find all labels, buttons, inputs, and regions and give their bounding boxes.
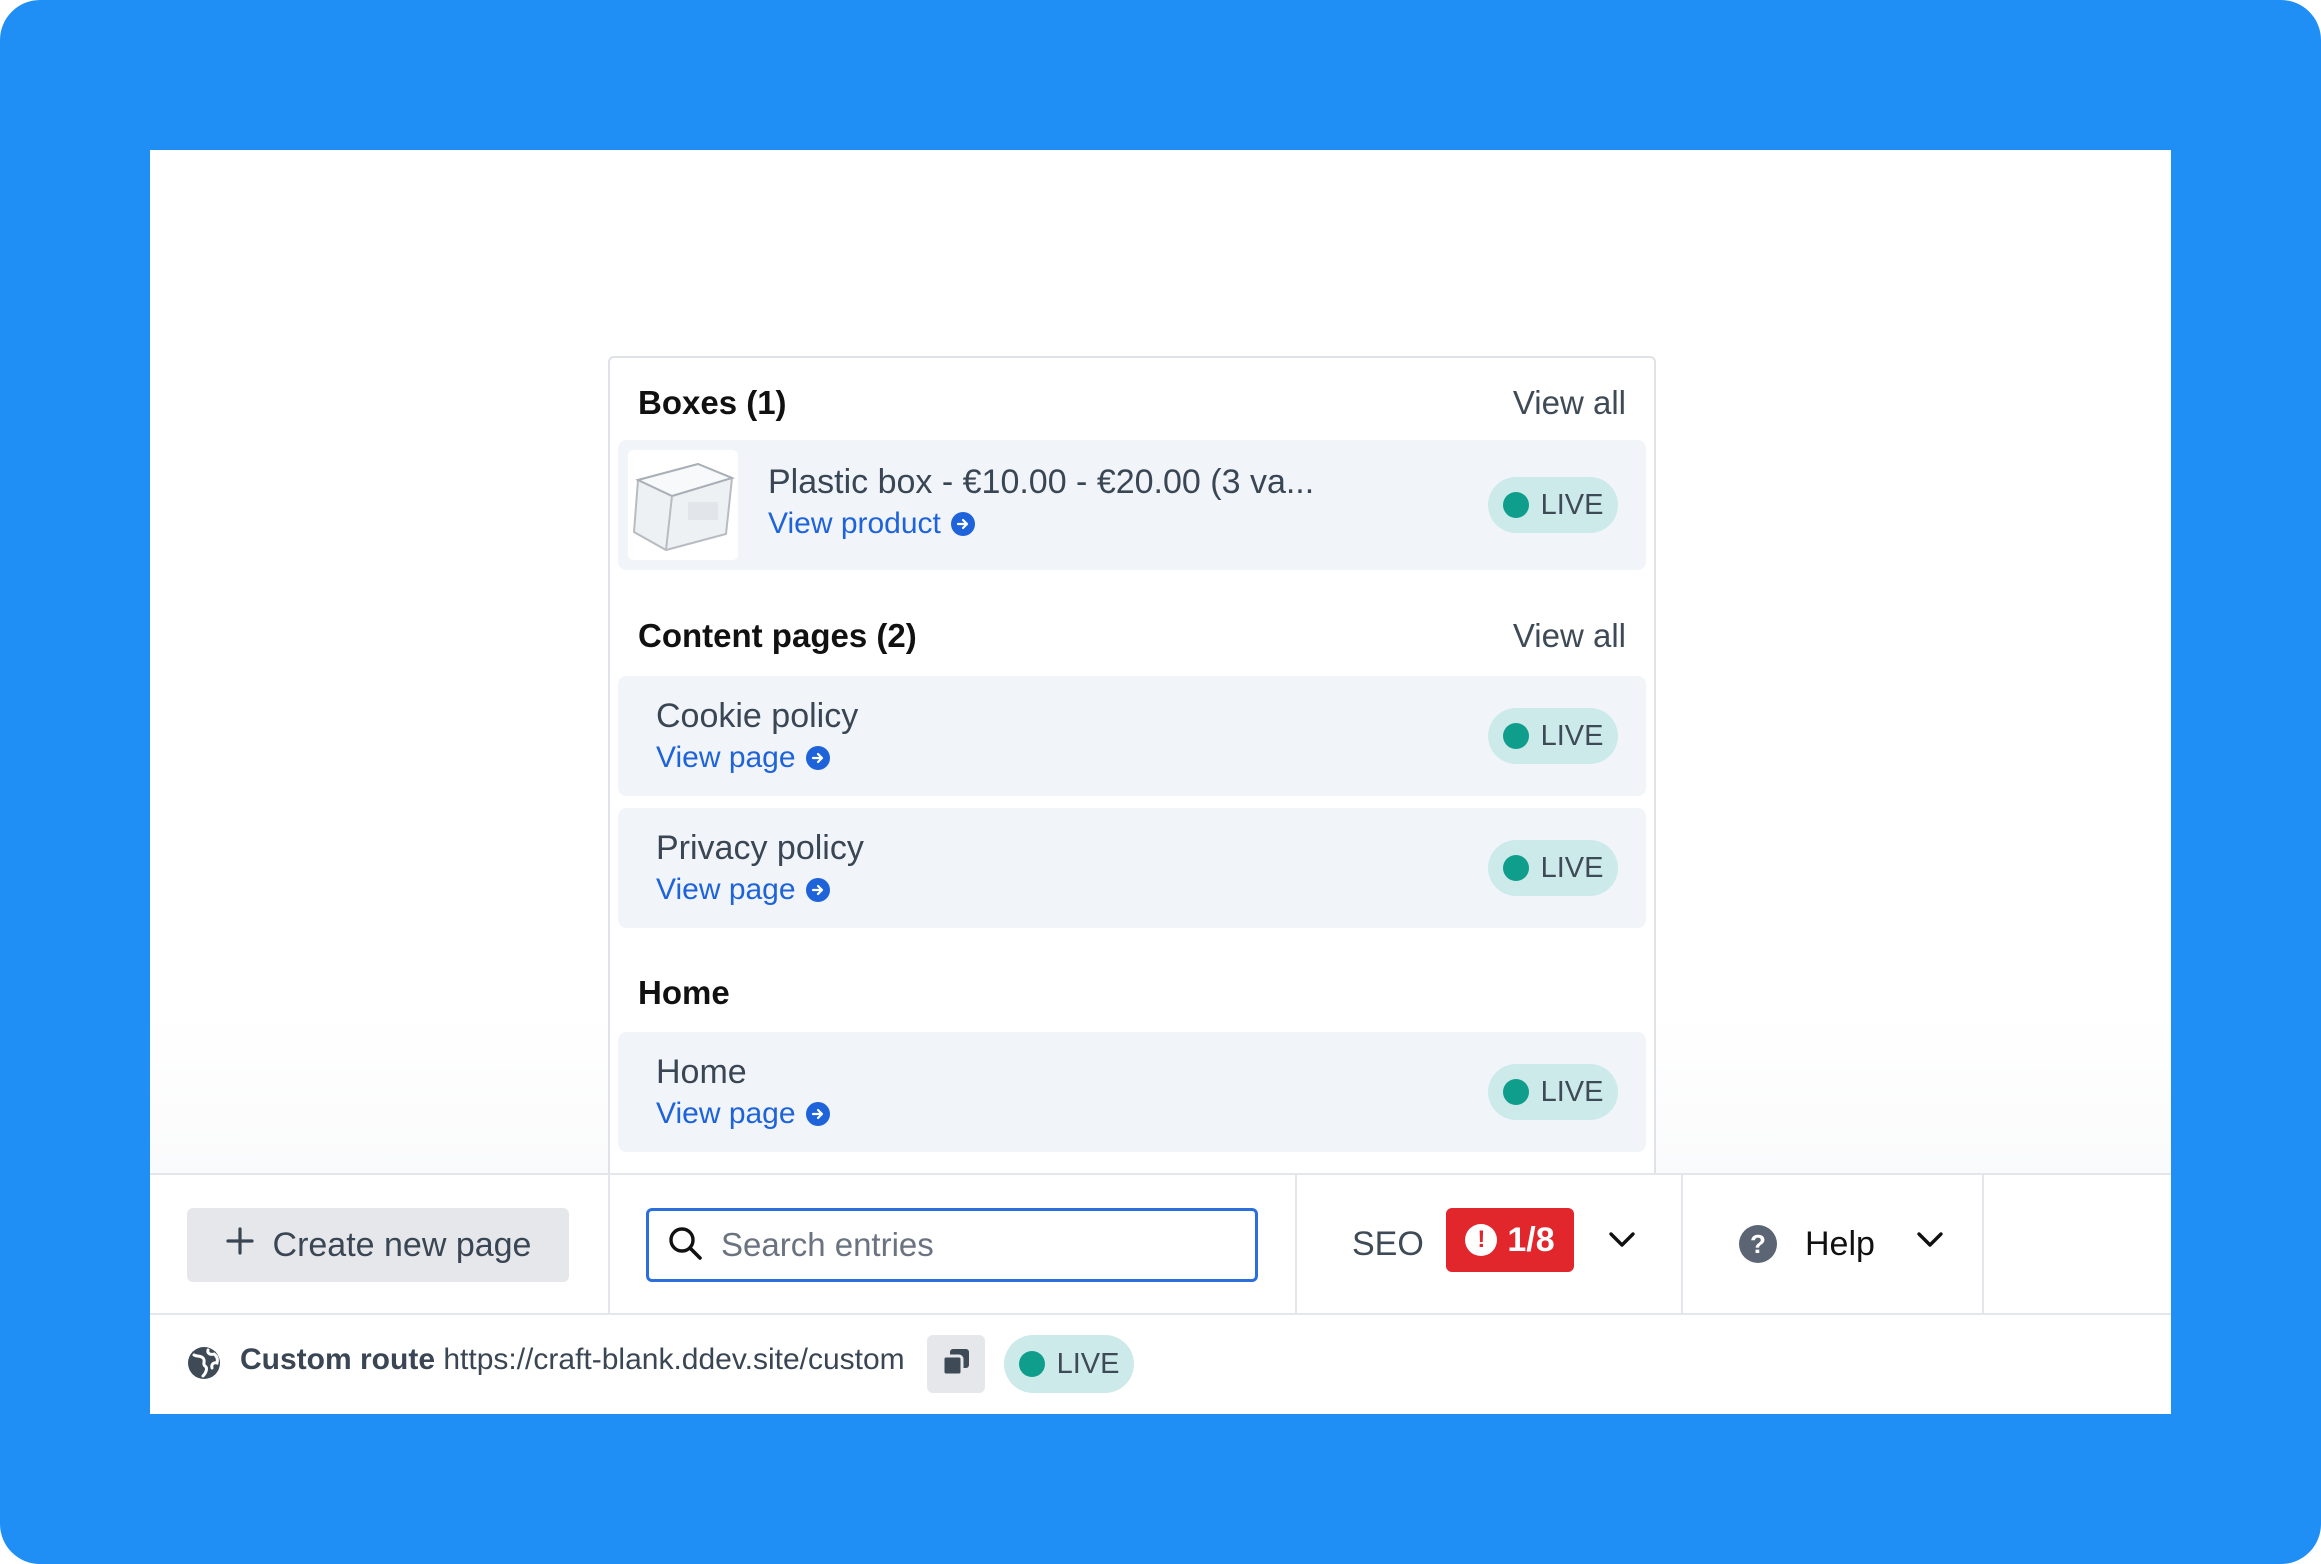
- seo-chevron-down-icon[interactable]: [1607, 1230, 1637, 1255]
- status-badge: LIVE: [1488, 840, 1618, 896]
- view-page-link[interactable]: View page: [656, 1096, 830, 1132]
- live-dot-icon: [1502, 1079, 1529, 1105]
- arrow-right-circle-icon: [805, 1102, 830, 1126]
- result-item-title: Cookie policy: [656, 697, 859, 735]
- section-title-boxes: Boxes (1): [638, 384, 787, 421]
- custom-route: Custom route https://craft-blank.ddev.si…: [240, 1343, 905, 1377]
- status-badge: LIVE: [1004, 1335, 1134, 1393]
- search-input[interactable]: [719, 1225, 1243, 1265]
- plus-icon: [225, 1226, 255, 1265]
- view-page-label: View page: [656, 873, 796, 906]
- result-item-cookie-policy[interactable]: Cookie policy View page LIVE: [618, 676, 1646, 796]
- section-header-boxes: Boxes (1) View all: [638, 378, 1626, 428]
- toolbar-divider: [1681, 1175, 1683, 1315]
- custom-route-label: Custom route: [240, 1343, 435, 1376]
- copy-icon: [940, 1346, 972, 1383]
- exclamation-icon: !: [1465, 1224, 1498, 1256]
- view-page-label: View page: [656, 741, 796, 774]
- view-page-link[interactable]: View page: [656, 740, 858, 776]
- search-icon: [667, 1225, 703, 1266]
- result-item-title: Plastic box - €10.00 - €20.00 (3 va...: [768, 463, 1315, 501]
- status-label: LIVE: [1540, 719, 1604, 752]
- custom-route-url: https://craft-blank.ddev.site/custom: [443, 1343, 905, 1376]
- status-label: LIVE: [1056, 1347, 1120, 1380]
- result-item-text: Cookie policy View page: [656, 696, 858, 776]
- status-label: LIVE: [1540, 1075, 1604, 1108]
- live-dot-icon: [1018, 1351, 1045, 1377]
- seo-score: 1/8: [1507, 1220, 1555, 1259]
- view-all-content-pages-link[interactable]: View all: [1513, 617, 1626, 655]
- view-all-boxes-link[interactable]: View all: [1513, 384, 1626, 422]
- result-item-plastic-box[interactable]: Plastic box - €10.00 - €20.00 (3 va... V…: [618, 440, 1646, 570]
- live-dot-icon: [1502, 723, 1529, 749]
- result-item-title: Home: [656, 1053, 747, 1091]
- toolbar-divider: [608, 1175, 610, 1315]
- status-badge: LIVE: [1488, 1064, 1618, 1120]
- status-badge: LIVE: [1488, 477, 1618, 533]
- toolbar-divider: [1982, 1175, 1984, 1315]
- arrow-right-circle-icon: [805, 746, 830, 770]
- globe-icon: [186, 1345, 222, 1386]
- status-label: LIVE: [1540, 488, 1604, 521]
- section-header-home: Home: [638, 968, 1626, 1018]
- bottom-toolbar: Create new page SEO ! 1/8 ? Help: [150, 1173, 2171, 1315]
- result-item-text: Home View page: [656, 1052, 830, 1132]
- section-header-content-pages: Content pages (2) View all: [638, 611, 1626, 661]
- copy-url-button[interactable]: [927, 1335, 985, 1393]
- help-button[interactable]: Help: [1805, 1225, 1875, 1264]
- preview-canvas: Boxes (1) View all Plastic box - €10.00 …: [150, 150, 2171, 1414]
- result-item-text: Plastic box - €10.00 - €20.00 (3 va... V…: [768, 462, 1314, 542]
- view-product-label: View product: [768, 507, 941, 540]
- live-dot-icon: [1502, 855, 1529, 881]
- arrow-right-circle-icon: [805, 878, 830, 902]
- status-label: LIVE: [1540, 851, 1604, 884]
- seo-score-badge[interactable]: ! 1/8: [1446, 1208, 1574, 1272]
- result-item-privacy-policy[interactable]: Privacy policy View page LIVE: [618, 808, 1646, 928]
- arrow-right-circle-icon: [950, 512, 975, 536]
- help-icon[interactable]: ?: [1739, 1225, 1777, 1263]
- status-badge: LIVE: [1488, 708, 1618, 764]
- result-item-title: Privacy policy: [656, 829, 864, 867]
- live-dot-icon: [1502, 492, 1529, 518]
- background-frame: Boxes (1) View all Plastic box - €10.00 …: [0, 0, 2321, 1564]
- toolbar-divider: [1295, 1175, 1297, 1315]
- create-new-page-button[interactable]: Create new page: [187, 1208, 569, 1282]
- section-title-content-pages: Content pages (2): [638, 617, 917, 654]
- search-field[interactable]: [646, 1208, 1258, 1282]
- seo-label: SEO: [1352, 1225, 1424, 1263]
- product-thumbnail: [628, 450, 738, 560]
- section-title-home: Home: [638, 974, 730, 1011]
- result-item-text: Privacy policy View page: [656, 828, 864, 908]
- view-page-label: View page: [656, 1097, 796, 1130]
- result-item-home[interactable]: Home View page LIVE: [618, 1032, 1646, 1152]
- help-chevron-down-icon[interactable]: [1915, 1230, 1945, 1255]
- view-product-link[interactable]: View product: [768, 506, 1314, 542]
- status-bar: Custom route https://craft-blank.ddev.si…: [150, 1313, 2171, 1414]
- view-page-link[interactable]: View page: [656, 872, 864, 908]
- create-new-page-label: Create new page: [272, 1225, 532, 1264]
